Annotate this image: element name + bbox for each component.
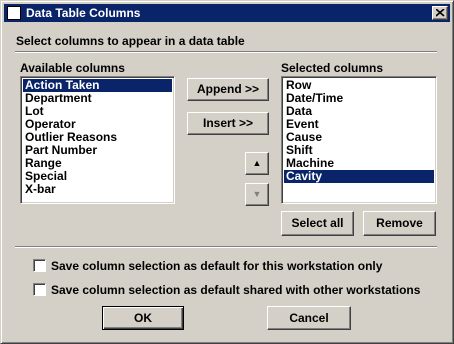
available-columns-list[interactable]: Action Taken Department Lot Operator Outlier… bbox=[20, 76, 175, 204]
dialog-window: Data Table Columns Select columns to app… bbox=[0, 0, 454, 344]
selected-columns-list[interactable]: Row Date/Time Data Event Cause Shift Machine Ca… bbox=[281, 76, 437, 204]
title-bar[interactable]: Data Table Columns bbox=[4, 4, 450, 22]
available-column-item[interactable]: Department bbox=[23, 92, 172, 105]
window-icon bbox=[7, 6, 21, 20]
arrow-down-icon: ▼ bbox=[252, 189, 262, 199]
close-button[interactable] bbox=[432, 6, 448, 20]
window-title: Data Table Columns bbox=[26, 6, 141, 20]
available-column-item[interactable]: X-bar bbox=[23, 183, 172, 196]
available-columns-label: Available columns bbox=[20, 61, 125, 75]
shared-default-label: Save column selection as default shared … bbox=[51, 283, 421, 297]
workstation-default-checkbox[interactable] bbox=[33, 259, 46, 272]
append-button[interactable]: Append >> bbox=[187, 78, 269, 101]
workstation-default-label: Save column selection as default for thi… bbox=[51, 259, 383, 273]
move-down-button[interactable]: ▼ bbox=[245, 183, 269, 206]
shared-default-checkbox[interactable] bbox=[33, 283, 46, 296]
arrow-up-icon: ▲ bbox=[252, 158, 262, 168]
remove-button[interactable]: Remove bbox=[363, 211, 436, 236]
selected-column-item[interactable]: Cavity bbox=[284, 170, 434, 183]
move-up-button[interactable]: ▲ bbox=[245, 152, 269, 175]
selected-columns-label: Selected columns bbox=[281, 61, 384, 75]
close-icon bbox=[436, 9, 445, 17]
ok-button[interactable]: OK bbox=[102, 306, 184, 330]
select-all-button[interactable]: Select all bbox=[281, 211, 354, 236]
cancel-button[interactable]: Cancel bbox=[267, 306, 351, 330]
insert-button[interactable]: Insert >> bbox=[187, 112, 269, 135]
top-divider bbox=[15, 51, 437, 53]
bottom-divider bbox=[15, 246, 437, 248]
instruction-text: Select columns to appear in a data table bbox=[16, 34, 245, 48]
